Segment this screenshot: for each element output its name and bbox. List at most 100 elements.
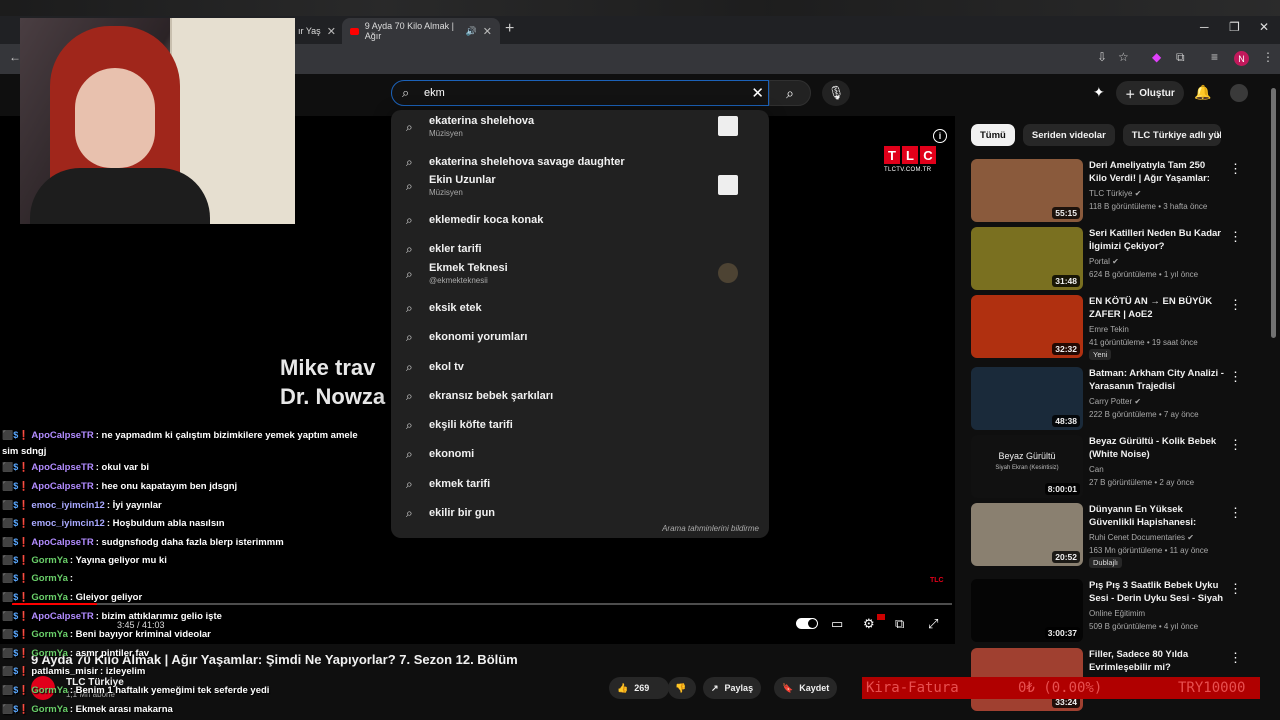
bookmark-star-icon[interactable]: ☆ bbox=[1118, 50, 1129, 64]
create-button[interactable]: ＋ Oluştur bbox=[1116, 81, 1184, 105]
chat-username[interactable]: ApoCalpseTR bbox=[31, 611, 93, 622]
more-options-icon[interactable]: ⋮ bbox=[1229, 581, 1242, 597]
suggestion-item[interactable]: ⌕ ekaterina shelehova Müzisyen bbox=[391, 113, 769, 141]
recommended-video[interactable]: 20:52 Dünyanın En Yüksek Güvenlikli Hapis… bbox=[971, 503, 1242, 569]
recommended-video[interactable]: 31:48 Seri Katilleri Neden Bu Kadar İlgim… bbox=[971, 227, 1242, 293]
chip-all[interactable]: Tümü bbox=[971, 124, 1015, 146]
save-button[interactable]: 🔖 Kaydet bbox=[774, 677, 838, 699]
video-title[interactable]: Deri Ameliyatıyla Tam 250 Kilo Verdi! | … bbox=[1089, 159, 1224, 185]
recommended-video[interactable]: 55:15 Deri Ameliyatıyla Tam 250 Kilo Verd… bbox=[971, 159, 1242, 225]
video-title[interactable]: Seri Katilleri Neden Bu Kadar İlgimizi Ç… bbox=[1089, 227, 1224, 253]
chat-username[interactable]: GormYa bbox=[31, 573, 67, 584]
sparkle-icon[interactable]: ✦ bbox=[1093, 84, 1105, 101]
close-window-icon[interactable]: ✕ bbox=[1259, 20, 1269, 34]
account-avatar[interactable] bbox=[1230, 84, 1248, 102]
menu-dots-icon[interactable]: ⋮ bbox=[1262, 50, 1274, 64]
more-options-icon[interactable]: ⋮ bbox=[1229, 650, 1242, 666]
channel-name[interactable]: Can bbox=[1089, 465, 1104, 474]
chip-series[interactable]: Seriden videolar bbox=[1022, 124, 1115, 146]
speaker-icon[interactable]: 🔊 bbox=[466, 26, 477, 37]
dislike-button[interactable]: 👎 bbox=[668, 677, 696, 699]
channel-name[interactable]: Emre Tekin bbox=[1089, 325, 1129, 334]
video-thumbnail[interactable]: 20:52 bbox=[971, 503, 1083, 566]
video-thumbnail[interactable]: Beyaz Gürültü Siyah Ekran (Kesintisiz) 8:0… bbox=[971, 435, 1083, 498]
chat-username[interactable]: GormYa bbox=[31, 555, 67, 566]
video-title[interactable]: Dünyanın En Yüksek Güvenlikli Hapishanes… bbox=[1089, 503, 1224, 529]
channel-name[interactable]: Ruhi Cenet Documentaries ✔ bbox=[1089, 533, 1194, 542]
channel-name[interactable]: Carry Potter ✔ bbox=[1089, 397, 1141, 406]
more-options-icon[interactable]: ⋮ bbox=[1229, 161, 1242, 177]
video-thumbnail[interactable]: 3:00:37 bbox=[971, 579, 1083, 642]
suggestion-item[interactable]: ⌕ ekmek tarifi bbox=[391, 470, 769, 498]
chevron-right-icon[interactable]: › bbox=[1216, 127, 1220, 142]
maximize-icon[interactable]: ❐ bbox=[1229, 20, 1240, 34]
settings-gear-icon[interactable]: ⚙ bbox=[863, 616, 875, 632]
recommended-video[interactable]: Beyaz Gürültü Siyah Ekran (Kesintisiz) 8:0… bbox=[971, 435, 1242, 501]
voice-search-button[interactable]: 🎙 bbox=[822, 80, 850, 106]
chat-username[interactable]: GormYa bbox=[31, 592, 67, 603]
chat-username[interactable]: GormYa bbox=[31, 685, 67, 696]
search-button[interactable]: ⌕ bbox=[769, 80, 811, 106]
miniplayer-icon[interactable]: ⧉ bbox=[895, 616, 904, 632]
chat-username[interactable]: ApoCalpseTR bbox=[31, 430, 93, 441]
chat-username[interactable]: ApoCalpseTR bbox=[31, 481, 93, 492]
chat-username[interactable]: emoc_iyimcin12 bbox=[31, 500, 104, 511]
chat-username[interactable]: ApoCalpseTR bbox=[31, 537, 93, 548]
more-options-icon[interactable]: ⋮ bbox=[1229, 369, 1242, 385]
notifications-bell-icon[interactable]: 🔔 bbox=[1194, 84, 1211, 101]
more-options-icon[interactable]: ⋮ bbox=[1229, 229, 1242, 245]
channel-name[interactable]: Online Eğitimim bbox=[1089, 609, 1145, 618]
suggestion-item[interactable]: ⌕ ekonomi yorumları bbox=[391, 323, 769, 351]
more-options-icon[interactable]: ⋮ bbox=[1229, 505, 1242, 521]
chip-uploads[interactable]: TLC Türkiye adlı yükle bbox=[1122, 124, 1221, 146]
suggestion-item[interactable]: ⌕ Ekmek Teknesi @ekmekteknesii bbox=[391, 260, 769, 288]
more-options-icon[interactable]: ⋮ bbox=[1229, 437, 1242, 453]
video-thumbnail[interactable]: 31:48 bbox=[971, 227, 1083, 290]
page-scrollbar[interactable] bbox=[1271, 88, 1276, 338]
suggestion-item[interactable]: ⌕ eklemedir koca konak bbox=[391, 206, 769, 234]
video-title[interactable]: Filler, Sadece 80 Yılda Evrimleşebilir m… bbox=[1089, 648, 1224, 674]
video-title[interactable]: Batman: Arkham City Analizi - Yarasanın … bbox=[1089, 367, 1224, 393]
media-control-icon[interactable]: ≡ bbox=[1211, 50, 1218, 64]
video-title[interactable]: Beyaz Gürültü - Kolik Bebek (White Noise… bbox=[1089, 435, 1224, 461]
video-title[interactable]: Pış Pış 3 Saatlik Bebek Uyku Sesi - Deri… bbox=[1089, 579, 1224, 605]
chat-username[interactable]: GormYa bbox=[31, 648, 67, 659]
search-input[interactable]: ⌕ ekm ✕ bbox=[391, 80, 769, 106]
fullscreen-icon[interactable]: ⤢ bbox=[928, 616, 938, 632]
profile-avatar[interactable]: N bbox=[1234, 51, 1249, 66]
suggestion-item[interactable]: ⌕ ekler tarifi bbox=[391, 235, 769, 263]
search-query[interactable]: ekm bbox=[424, 87, 445, 99]
minimize-icon[interactable]: ─ bbox=[1200, 20, 1209, 34]
recommended-video[interactable]: 48:38 Batman: Arkham City Analizi - Yaras… bbox=[971, 367, 1242, 433]
chat-username[interactable]: patlamis_misir bbox=[31, 666, 98, 677]
suggestion-item[interactable]: ⌕ ekransız bebek şarkıları bbox=[391, 382, 769, 410]
recommended-video[interactable]: 3:00:37 Pış Pış 3 Saatlik Bebek Uyku Sesi… bbox=[971, 579, 1242, 645]
more-options-icon[interactable]: ⋮ bbox=[1229, 297, 1242, 313]
suggestion-item[interactable]: ⌕ Ekin Uzunlar Müzisyen bbox=[391, 172, 769, 200]
suggestion-item[interactable]: ⌕ ekol tv bbox=[391, 353, 769, 381]
extension-icon[interactable]: ◆ bbox=[1152, 50, 1161, 64]
chat-username[interactable]: ApoCalpseTR bbox=[31, 462, 93, 473]
suggestion-item[interactable]: ⌕ ekilir bir gun bbox=[391, 499, 769, 527]
recommended-video[interactable]: 32:32 EN KÖTÜ AN → EN BÜYÜK ZAFER | AoE2 E… bbox=[971, 295, 1242, 361]
clear-search-icon[interactable]: ✕ bbox=[751, 84, 764, 102]
video-thumbnail[interactable]: 32:32 bbox=[971, 295, 1083, 358]
browser-tab-active[interactable]: 9 Ayda 70 Kilo Almak | Ağır 🔊 ✕ bbox=[342, 18, 500, 44]
video-title[interactable]: EN KÖTÜ AN → EN BÜYÜK ZAFER | AoE2 bbox=[1089, 295, 1224, 321]
puzzle-icon[interactable]: ⧉ bbox=[1176, 50, 1185, 65]
suggestion-item[interactable]: ⌕ eksik etek bbox=[391, 294, 769, 322]
channel-name[interactable]: Portal ✔ bbox=[1089, 257, 1119, 266]
suggestion-item[interactable]: ⌕ ekşili köfte tarifi bbox=[391, 411, 769, 439]
chat-username[interactable]: emoc_iyimcin12 bbox=[31, 518, 104, 529]
new-tab-button[interactable]: + bbox=[505, 20, 514, 38]
close-icon[interactable]: ✕ bbox=[483, 25, 492, 38]
autoplay-toggle[interactable] bbox=[796, 618, 818, 629]
share-button[interactable]: ↗ Paylaş bbox=[703, 677, 762, 699]
video-thumbnail[interactable]: 55:15 bbox=[971, 159, 1083, 222]
channel-name[interactable]: TLC Türkiye ✔ bbox=[1089, 189, 1141, 198]
subtitles-icon[interactable]: ▭ bbox=[831, 616, 843, 632]
suggestion-item[interactable]: ⌕ ekonomi bbox=[391, 440, 769, 468]
info-icon[interactable]: i bbox=[933, 129, 947, 143]
video-thumbnail[interactable]: 48:38 bbox=[971, 367, 1083, 430]
like-button[interactable]: 👍 269 bbox=[609, 677, 669, 699]
